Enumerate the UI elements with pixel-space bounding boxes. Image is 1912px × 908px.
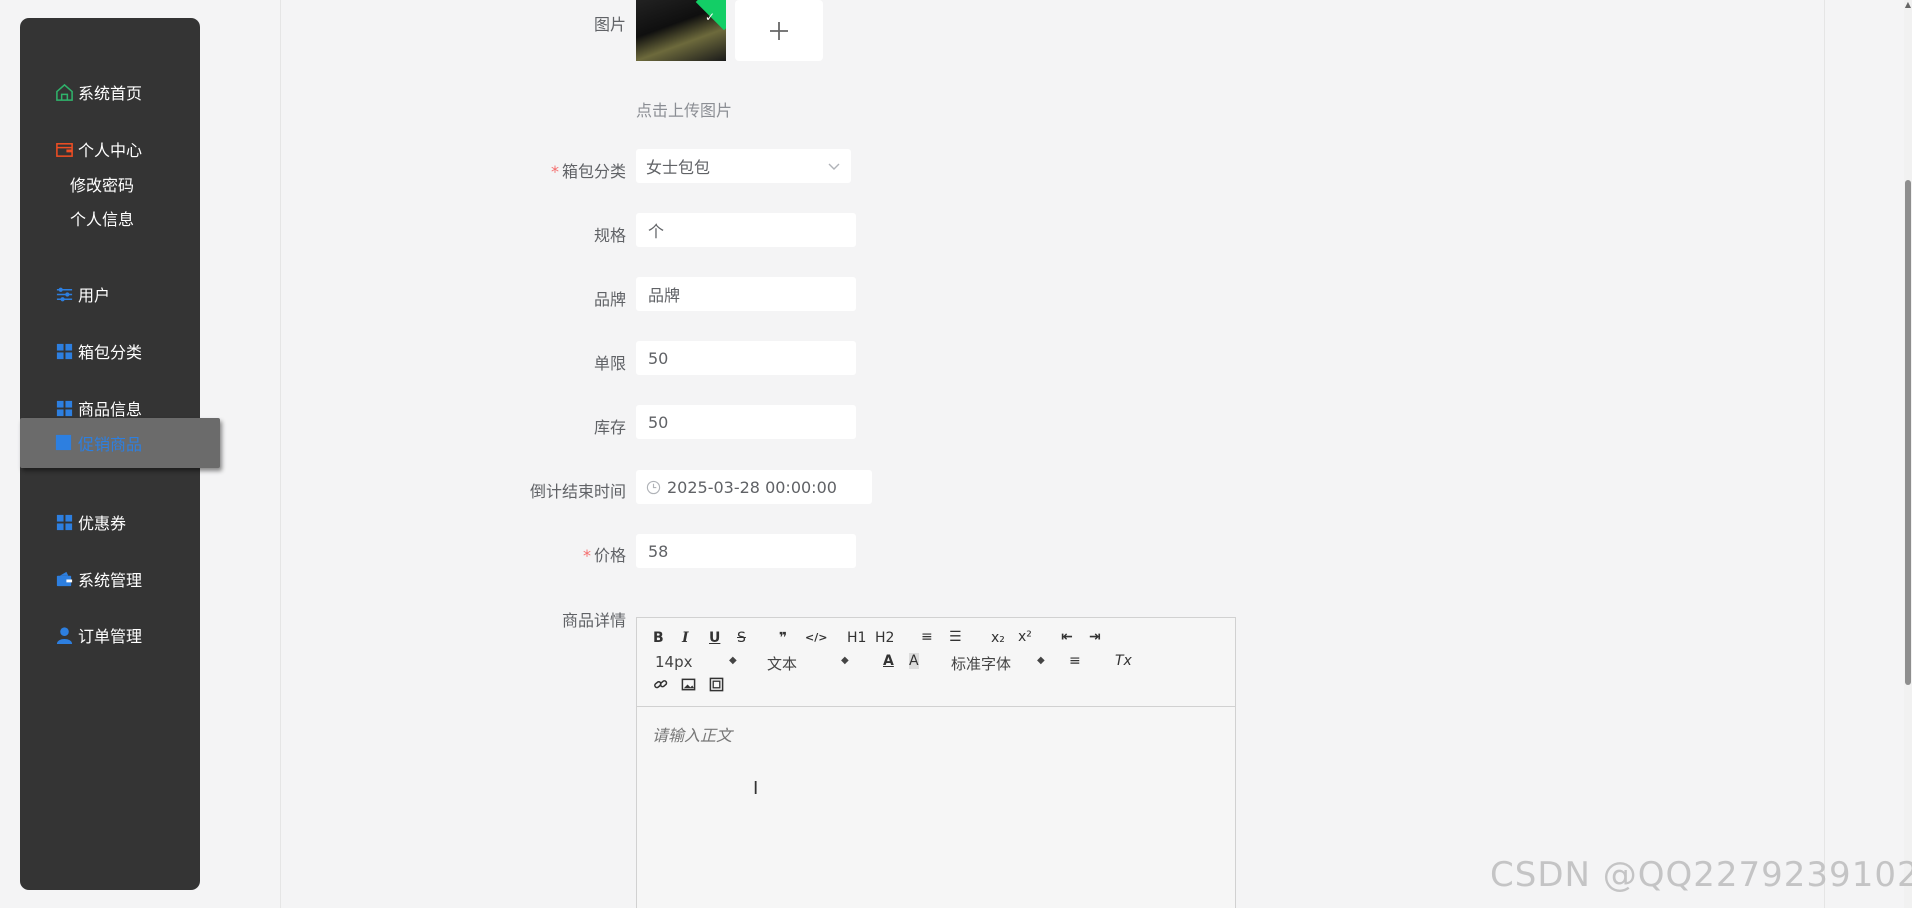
sidebar-item-users[interactable]: 用户 bbox=[20, 274, 200, 314]
countdown-value: 2025-03-28 00:00:00 bbox=[667, 477, 837, 497]
editor-placeholder[interactable]: 请输入正文 bbox=[652, 722, 732, 746]
check-icon: ✓ bbox=[704, 10, 715, 24]
font-color-button[interactable]: A bbox=[883, 653, 894, 669]
sidebar-subitem-change-password[interactable]: 修改密码 bbox=[70, 172, 134, 196]
bold-button[interactable]: B bbox=[653, 630, 664, 646]
sidebar-item-label: 优惠券 bbox=[78, 514, 127, 533]
brand-input[interactable]: 品牌 bbox=[636, 277, 856, 311]
limit-label: 单限 bbox=[593, 354, 626, 373]
sidebar-item-promotion-active[interactable]: 促销商品 bbox=[20, 418, 220, 468]
price-input[interactable]: 58 bbox=[636, 534, 856, 568]
text-cursor-icon: I bbox=[753, 778, 759, 799]
vertical-scrollbar-thumb[interactable] bbox=[1905, 180, 1911, 685]
price-label-text: 价格 bbox=[593, 546, 626, 565]
sidebar-item-personal-center[interactable]: 个人中心 bbox=[20, 129, 200, 169]
sidebar-item-label: 系统首页 bbox=[78, 84, 143, 103]
watermark: CSDN @QQ2279239102 bbox=[1490, 855, 1912, 895]
clock-icon bbox=[646, 480, 661, 494]
indent-button[interactable]: ⇥ bbox=[1089, 629, 1101, 645]
sidebar-item-label: 用户 bbox=[78, 286, 111, 305]
editor-toolbar: B I U S ❞ </> H1 H2 ≡ ☰ x₂ x² ⇤ ⇥ 14px ◆… bbox=[637, 618, 1235, 707]
category-label: * 箱包分类 bbox=[406, 158, 626, 182]
category-label-text: 箱包分类 bbox=[561, 162, 626, 181]
underline-button[interactable]: U bbox=[709, 630, 720, 646]
sidebar-item-order-management[interactable]: 订单管理 bbox=[20, 615, 200, 655]
brand-label: 品牌 bbox=[593, 290, 626, 309]
sidebar-item-label: 订单管理 bbox=[78, 627, 143, 646]
grid-icon bbox=[54, 341, 74, 361]
image-icon bbox=[681, 678, 696, 691]
font-size-select[interactable]: 14px bbox=[655, 653, 693, 671]
rich-text-editor: B I U S ❞ </> H1 H2 ≡ ☰ x₂ x² ⇤ ⇥ 14px ◆… bbox=[636, 617, 1236, 908]
user-icon bbox=[54, 625, 74, 645]
upload-add-button[interactable] bbox=[735, 0, 823, 61]
strike-button[interactable]: S bbox=[737, 630, 746, 646]
sliders-icon bbox=[54, 284, 74, 304]
price-label: * 价格 bbox=[406, 542, 626, 566]
sidebar-item-label: 促销商品 bbox=[78, 435, 143, 454]
ordered-list-button[interactable]: ≡ bbox=[921, 629, 933, 645]
link-button[interactable] bbox=[653, 677, 668, 696]
countdown-label: 倒计结束时间 bbox=[529, 482, 626, 501]
superscript-button[interactable]: x² bbox=[1018, 629, 1032, 645]
align-button[interactable]: ≡ bbox=[1069, 653, 1081, 669]
scroll-up-arrow-icon[interactable]: ▲ bbox=[1904, 0, 1912, 10]
grid-icon bbox=[54, 433, 74, 453]
cash-icon bbox=[54, 569, 74, 589]
chevron-down-icon bbox=[828, 163, 840, 170]
clear-format-button[interactable]: Tx bbox=[1115, 653, 1132, 669]
content-right-border bbox=[1824, 0, 1825, 908]
sidebar-item-coupons[interactable]: 优惠券 bbox=[20, 502, 200, 542]
sidebar-item-label: 个人中心 bbox=[78, 141, 143, 160]
h1-button[interactable]: H1 bbox=[847, 630, 866, 646]
bullet-list-button[interactable]: ☰ bbox=[949, 629, 962, 645]
select-arrows-icon: ◆ bbox=[729, 655, 737, 666]
uploaded-image-thumbnail[interactable]: ✓ bbox=[636, 0, 726, 61]
blockquote-button[interactable]: ❞ bbox=[779, 630, 787, 646]
sidebar-item-label: 商品信息 bbox=[78, 400, 143, 419]
plus-icon bbox=[770, 21, 788, 40]
home-icon bbox=[54, 82, 74, 102]
font-family-select[interactable]: 标准字体 bbox=[951, 653, 1011, 674]
wallet-icon bbox=[54, 139, 74, 159]
sidebar-item-system-management[interactable]: 系统管理 bbox=[20, 559, 200, 599]
paragraph-select[interactable]: 文本 bbox=[767, 653, 797, 674]
outdent-button[interactable]: ⇤ bbox=[1061, 629, 1073, 645]
spec-input[interactable]: 个 bbox=[636, 213, 856, 247]
category-select-value: 女士包包 bbox=[646, 158, 711, 177]
italic-button[interactable]: I bbox=[682, 630, 689, 646]
select-arrows-icon: ◆ bbox=[1037, 655, 1045, 666]
category-select[interactable]: 女士包包 bbox=[636, 149, 851, 183]
h2-button[interactable]: H2 bbox=[875, 630, 894, 646]
code-button[interactable]: </> bbox=[805, 630, 827, 646]
video-button[interactable] bbox=[709, 677, 724, 696]
background-color-button[interactable]: A bbox=[909, 653, 919, 669]
grid-icon bbox=[54, 512, 74, 532]
required-mark: * bbox=[582, 546, 591, 565]
sidebar-item-label: 箱包分类 bbox=[78, 343, 143, 362]
subscript-button[interactable]: x₂ bbox=[991, 630, 1005, 646]
upload-tip: 点击上传图片 bbox=[636, 101, 733, 120]
required-mark: * bbox=[550, 162, 559, 181]
grid-icon bbox=[54, 398, 74, 418]
sidebar-item-home[interactable]: 系统首页 bbox=[20, 72, 200, 112]
stock-input[interactable]: 50 bbox=[636, 405, 856, 439]
content-left-border bbox=[280, 0, 281, 908]
spec-label: 规格 bbox=[593, 226, 626, 245]
select-arrows-icon: ◆ bbox=[841, 655, 849, 666]
link-icon bbox=[654, 680, 668, 689]
countdown-datetime-input[interactable]: 2025-03-28 00:00:00 bbox=[636, 470, 872, 504]
video-icon bbox=[709, 677, 724, 692]
image-button[interactable] bbox=[681, 677, 696, 696]
detail-label: 商品详情 bbox=[561, 611, 626, 630]
sidebar-subitem-personal-info[interactable]: 个人信息 bbox=[70, 206, 134, 230]
limit-input[interactable]: 50 bbox=[636, 341, 856, 375]
sidebar-item-bag-category[interactable]: 箱包分类 bbox=[20, 331, 200, 371]
image-label: 图片 bbox=[593, 15, 626, 34]
stock-label: 库存 bbox=[593, 418, 626, 437]
sidebar-item-label: 系统管理 bbox=[78, 571, 143, 590]
